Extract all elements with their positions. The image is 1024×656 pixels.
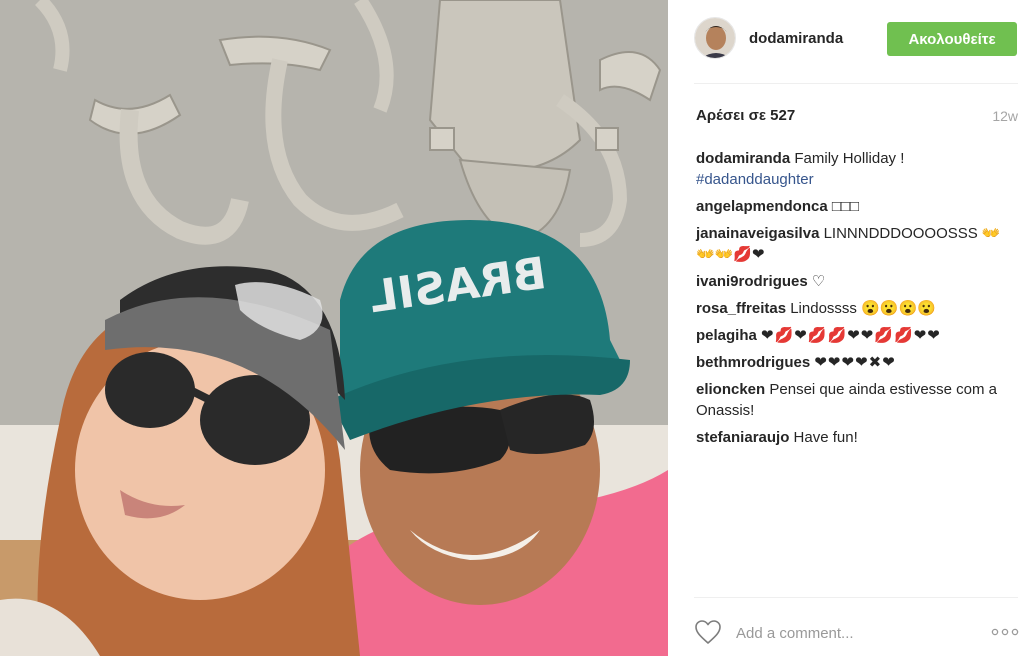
follow-button[interactable]: Ακολουθείτε xyxy=(887,22,1017,56)
comment-username[interactable]: rosa_ffreitas xyxy=(696,300,786,317)
comment-username[interactable]: angelapmendonca xyxy=(696,198,828,215)
list-item: elioncken Pensei que ainda estivesse com… xyxy=(696,379,1016,421)
avatar-image xyxy=(695,18,735,58)
comment-text: Lindossss 😮😮😮😮 xyxy=(790,300,936,317)
comment-text: ♡ xyxy=(811,273,826,290)
post-age[interactable]: 12w xyxy=(992,108,1018,124)
comment-username[interactable]: stefaniaraujo xyxy=(696,429,789,446)
selfie-image: BRASIL xyxy=(0,0,668,656)
comment-text: Have fun! xyxy=(793,429,858,446)
comment-username[interactable]: elioncken xyxy=(696,381,765,398)
caption: dodamiranda Family Holliday ! #dadanddau… xyxy=(696,148,1016,190)
comment-username[interactable]: ivani9rodrigues xyxy=(696,273,808,290)
hashtag-link[interactable]: #dadanddaughter xyxy=(696,171,814,188)
comment-text: ❤💋❤💋💋❤❤💋💋❤❤ xyxy=(761,327,941,344)
list-item: angelapmendonca □□□ xyxy=(696,196,1016,217)
comment-input[interactable] xyxy=(734,619,968,647)
comment-username[interactable]: janainaveigasilva xyxy=(696,225,819,242)
list-item: bethmrodrigues ❤❤❤❤✖❤ xyxy=(696,352,1016,373)
list-item: rosa_ffreitas Lindossss 😮😮😮😮 xyxy=(696,298,1016,319)
like-count[interactable]: Αρέσει σε 527 xyxy=(696,107,795,124)
heart-icon[interactable] xyxy=(694,619,722,645)
comment-list: dodamiranda Family Holliday ! #dadanddau… xyxy=(696,148,1016,454)
avatar[interactable] xyxy=(694,17,736,59)
comment-text: ❤❤❤❤✖❤ xyxy=(814,354,896,371)
more-options-icon[interactable] xyxy=(990,623,1020,641)
comment-username[interactable]: bethmrodrigues xyxy=(696,354,810,371)
post-author-username[interactable]: dodamiranda xyxy=(749,30,843,47)
comment-bar xyxy=(694,615,1020,649)
list-item: stefaniaraujo Have fun! xyxy=(696,427,1016,448)
post-photo[interactable]: BRASIL xyxy=(0,0,668,656)
comment-username[interactable]: pelagiha xyxy=(696,327,757,344)
comment-text: □□□ xyxy=(831,198,860,215)
comment-username[interactable]: dodamiranda xyxy=(696,150,790,167)
comment-text: Family Holliday ! xyxy=(794,150,905,167)
post-header: dodamiranda Ακολουθείτε xyxy=(694,17,1018,61)
footer-divider xyxy=(694,597,1018,598)
list-item: ivani9rodrigues ♡ xyxy=(696,271,1016,292)
list-item: pelagiha ❤💋❤💋💋❤❤💋💋❤❤ xyxy=(696,325,1016,346)
header-divider xyxy=(694,83,1018,84)
post-details-panel: dodamiranda Ακολουθείτε Αρέσει σε 527 12… xyxy=(668,0,1024,656)
list-item: janainaveigasilva LINNNDDDOOOOSSS 👐👐👐💋❤ xyxy=(696,223,1016,265)
